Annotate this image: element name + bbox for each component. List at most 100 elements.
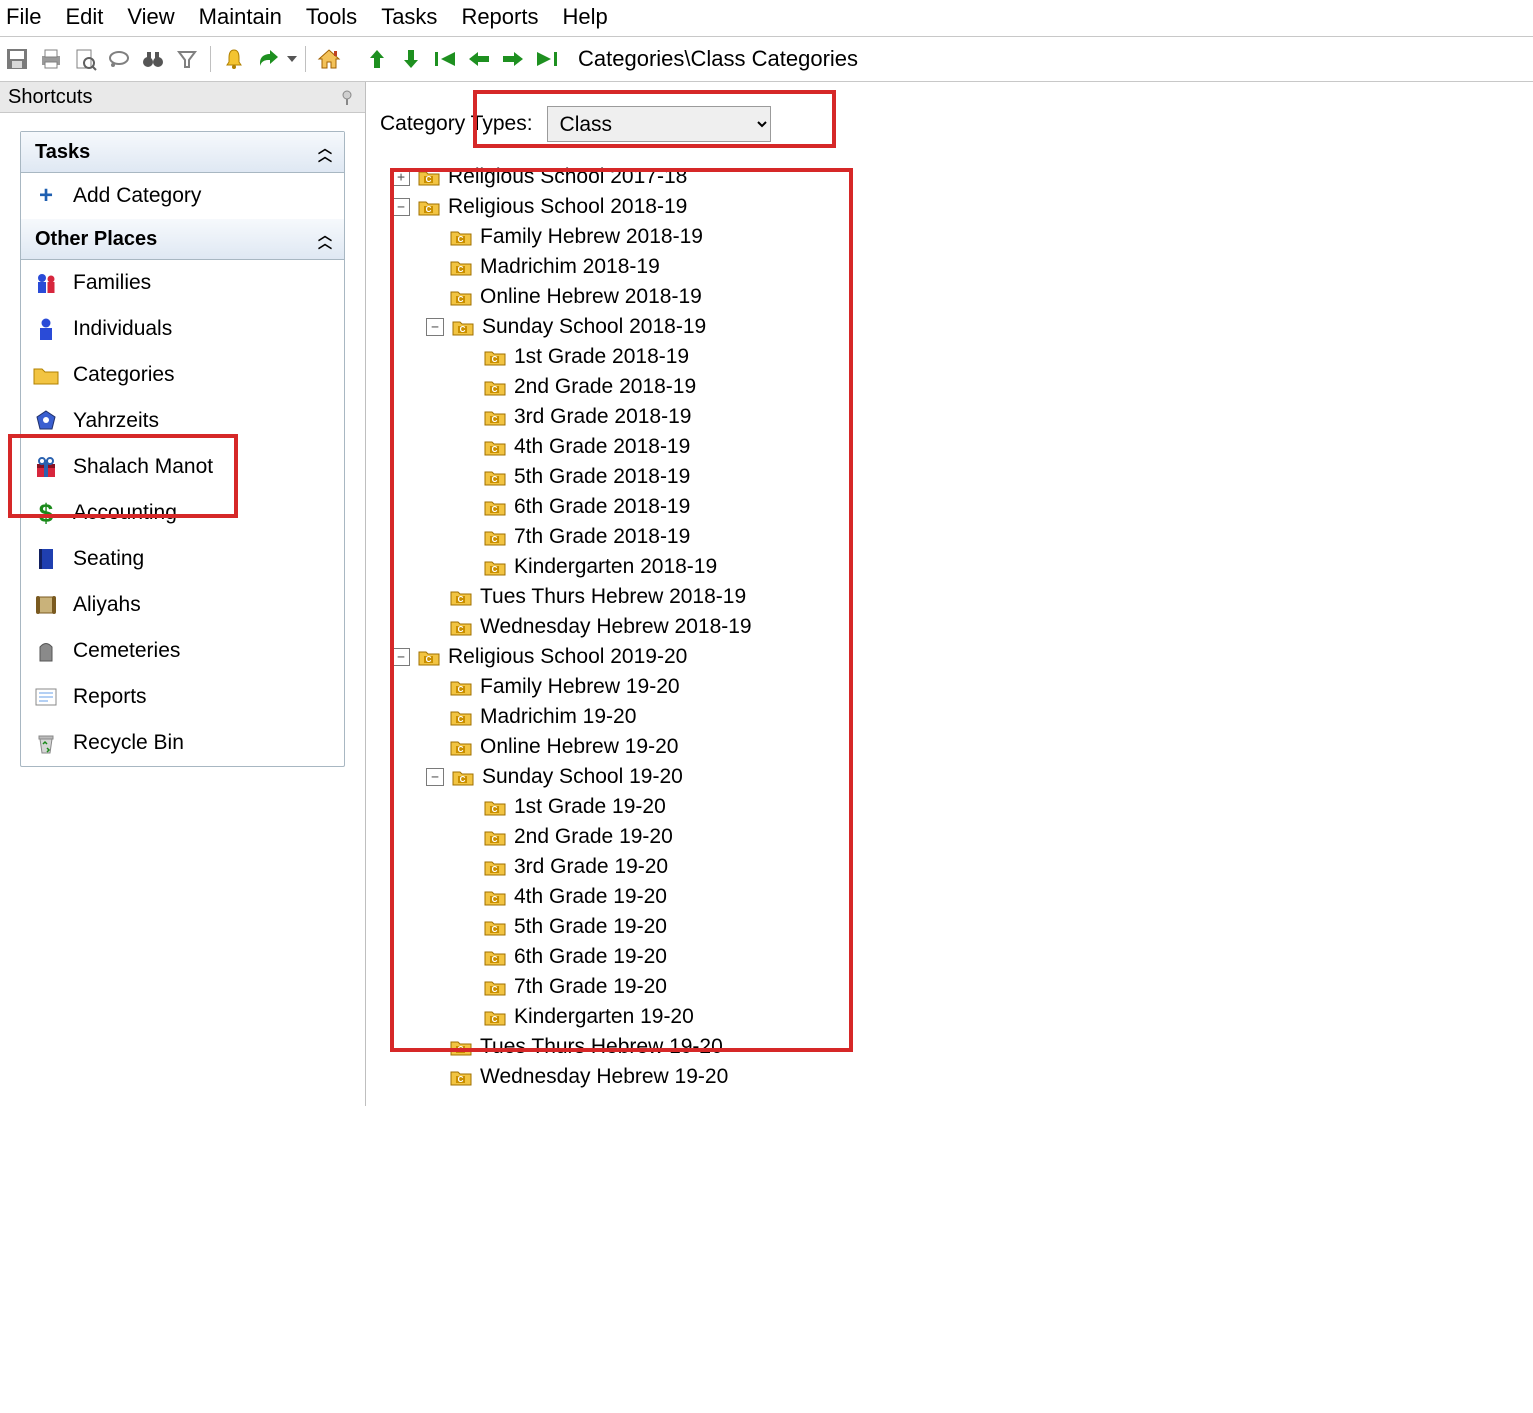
tree-node[interactable]: −CReligious School 2018-19 [392, 192, 1533, 222]
sidebar-item-families[interactable]: Families [21, 260, 344, 306]
tree-node[interactable]: C1st Grade 2018-19 [392, 342, 1533, 372]
expand-icon[interactable]: + [392, 168, 410, 186]
preview-icon[interactable] [68, 42, 102, 76]
tree-node[interactable]: CTues Thurs Hebrew 19-20 [392, 1032, 1533, 1062]
tree-node[interactable]: CKindergarten 19-20 [392, 1002, 1533, 1032]
sidebar-item-cemeteries[interactable]: Cemeteries [21, 628, 344, 674]
nav-first-icon[interactable] [428, 42, 462, 76]
tree-branch-line [460, 919, 476, 935]
tree-node[interactable]: C6th Grade 2018-19 [392, 492, 1533, 522]
sidebar-item-label: Aliyahs [73, 593, 141, 617]
svg-text:C: C [458, 685, 464, 694]
tree-node-label: Wednesday Hebrew 19-20 [480, 1065, 728, 1089]
tree-node[interactable]: C3rd Grade 2018-19 [392, 402, 1533, 432]
save-icon[interactable] [0, 42, 34, 76]
tree-node[interactable]: CWednesday Hebrew 19-20 [392, 1062, 1533, 1092]
nav-next-icon[interactable] [496, 42, 530, 76]
tree-node[interactable]: C5th Grade 2018-19 [392, 462, 1533, 492]
sidebar-item-accounting[interactable]: $Accounting [21, 490, 344, 536]
category-folder-icon: C [484, 798, 506, 816]
tree-node[interactable]: +CReligious School 2017-18 [392, 162, 1533, 192]
tree-node[interactable]: CTues Thurs Hebrew 2018-19 [392, 582, 1533, 612]
home-icon[interactable] [312, 42, 346, 76]
shortcuts-header: Shortcuts [0, 82, 365, 113]
tree-node-label: Online Hebrew 19-20 [480, 735, 678, 759]
tree-node[interactable]: C4th Grade 2018-19 [392, 432, 1533, 462]
other-places-header[interactable]: Other Places ︿︿ [21, 219, 344, 260]
collapse-icon: ︿︿ [318, 144, 330, 160]
sidebar-item-reports[interactable]: Reports [21, 674, 344, 720]
tree-node[interactable]: −CReligious School 2019-20 [392, 642, 1533, 672]
tree-node-label: Madrichim 19-20 [480, 705, 636, 729]
filter-icon[interactable] [170, 42, 204, 76]
tree-node[interactable]: CKindergarten 2018-19 [392, 552, 1533, 582]
separator [305, 46, 306, 72]
tree-node[interactable]: C7th Grade 19-20 [392, 972, 1533, 1002]
category-types-select[interactable]: Class [547, 106, 771, 142]
gift-icon [33, 454, 59, 480]
pin-icon[interactable] [339, 88, 357, 106]
category-folder-icon: C [452, 318, 474, 336]
menu-file[interactable]: File [6, 4, 41, 30]
sidebar-item-individuals[interactable]: Individuals [21, 306, 344, 352]
tree-node[interactable]: CMadrichim 2018-19 [392, 252, 1533, 282]
sidebar-item-categories[interactable]: Categories [21, 352, 344, 398]
dollar-icon: $ [33, 500, 59, 526]
svg-text:C: C [426, 205, 432, 214]
collapse-icon[interactable]: − [392, 648, 410, 666]
tree-node[interactable]: −CSunday School 2018-19 [392, 312, 1533, 342]
add-category-item[interactable]: + Add Category [21, 173, 344, 219]
sidebar-item-shalach-manot[interactable]: Shalach Manot [21, 444, 344, 490]
tasks-header[interactable]: Tasks ︿︿ [21, 132, 344, 173]
tree-node[interactable]: C6th Grade 19-20 [392, 942, 1533, 972]
tree-node[interactable]: CMadrichim 19-20 [392, 702, 1533, 732]
print-icon[interactable] [34, 42, 68, 76]
tree-node[interactable]: CWednesday Hebrew 2018-19 [392, 612, 1533, 642]
tree-node[interactable]: C1st Grade 19-20 [392, 792, 1533, 822]
lasso-icon[interactable] [102, 42, 136, 76]
menu-tools[interactable]: Tools [306, 4, 357, 30]
collapse-icon[interactable]: − [426, 768, 444, 786]
category-folder-icon: C [484, 438, 506, 456]
collapse-icon[interactable]: − [392, 198, 410, 216]
tree-node[interactable]: C7th Grade 2018-19 [392, 522, 1533, 552]
tree-node[interactable]: COnline Hebrew 19-20 [392, 732, 1533, 762]
svg-text:C: C [492, 985, 498, 994]
tree-node[interactable]: CFamily Hebrew 19-20 [392, 672, 1533, 702]
menu-reports[interactable]: Reports [461, 4, 538, 30]
tree-node[interactable]: C4th Grade 19-20 [392, 882, 1533, 912]
menu-help[interactable]: Help [562, 4, 607, 30]
sidebar-item-seating[interactable]: Seating [21, 536, 344, 582]
nav-prev-icon[interactable] [462, 42, 496, 76]
tree-node[interactable]: C3rd Grade 19-20 [392, 852, 1533, 882]
sidebar-item-recycle-bin[interactable]: Recycle Bin [21, 720, 344, 766]
category-folder-icon: C [484, 468, 506, 486]
binoculars-icon[interactable] [136, 42, 170, 76]
category-folder-icon: C [484, 948, 506, 966]
bell-icon[interactable] [217, 42, 251, 76]
nav-last-icon[interactable] [530, 42, 564, 76]
tree-node[interactable]: C2nd Grade 2018-19 [392, 372, 1533, 402]
menu-view[interactable]: View [127, 4, 174, 30]
nav-down-icon[interactable] [394, 42, 428, 76]
sidebar-item-label: Recycle Bin [73, 731, 184, 755]
sidebar-item-yahrzeits[interactable]: Yahrzeits [21, 398, 344, 444]
menu-tasks[interactable]: Tasks [381, 4, 437, 30]
sidebar-item-aliyahs[interactable]: Aliyahs [21, 582, 344, 628]
tree-node[interactable]: COnline Hebrew 2018-19 [392, 282, 1533, 312]
tree-branch-line [460, 409, 476, 425]
share-icon[interactable] [251, 42, 285, 76]
tree-node[interactable]: C5th Grade 19-20 [392, 912, 1533, 942]
sidebar-item-label: Families [73, 271, 151, 295]
nav-up-icon[interactable] [360, 42, 394, 76]
tree-node[interactable]: −CSunday School 19-20 [392, 762, 1533, 792]
tree-node[interactable]: CFamily Hebrew 2018-19 [392, 222, 1533, 252]
svg-text:C: C [458, 265, 464, 274]
tree-node[interactable]: C2nd Grade 19-20 [392, 822, 1533, 852]
dropdown-icon[interactable] [285, 42, 299, 76]
tasks-panel: Tasks ︿︿ + Add Category Other Places ︿︿ … [20, 131, 345, 767]
content-pane: Category Types: Class +CReligious School… [366, 82, 1533, 1106]
collapse-icon[interactable]: − [426, 318, 444, 336]
menu-edit[interactable]: Edit [65, 4, 103, 30]
menu-maintain[interactable]: Maintain [199, 4, 282, 30]
